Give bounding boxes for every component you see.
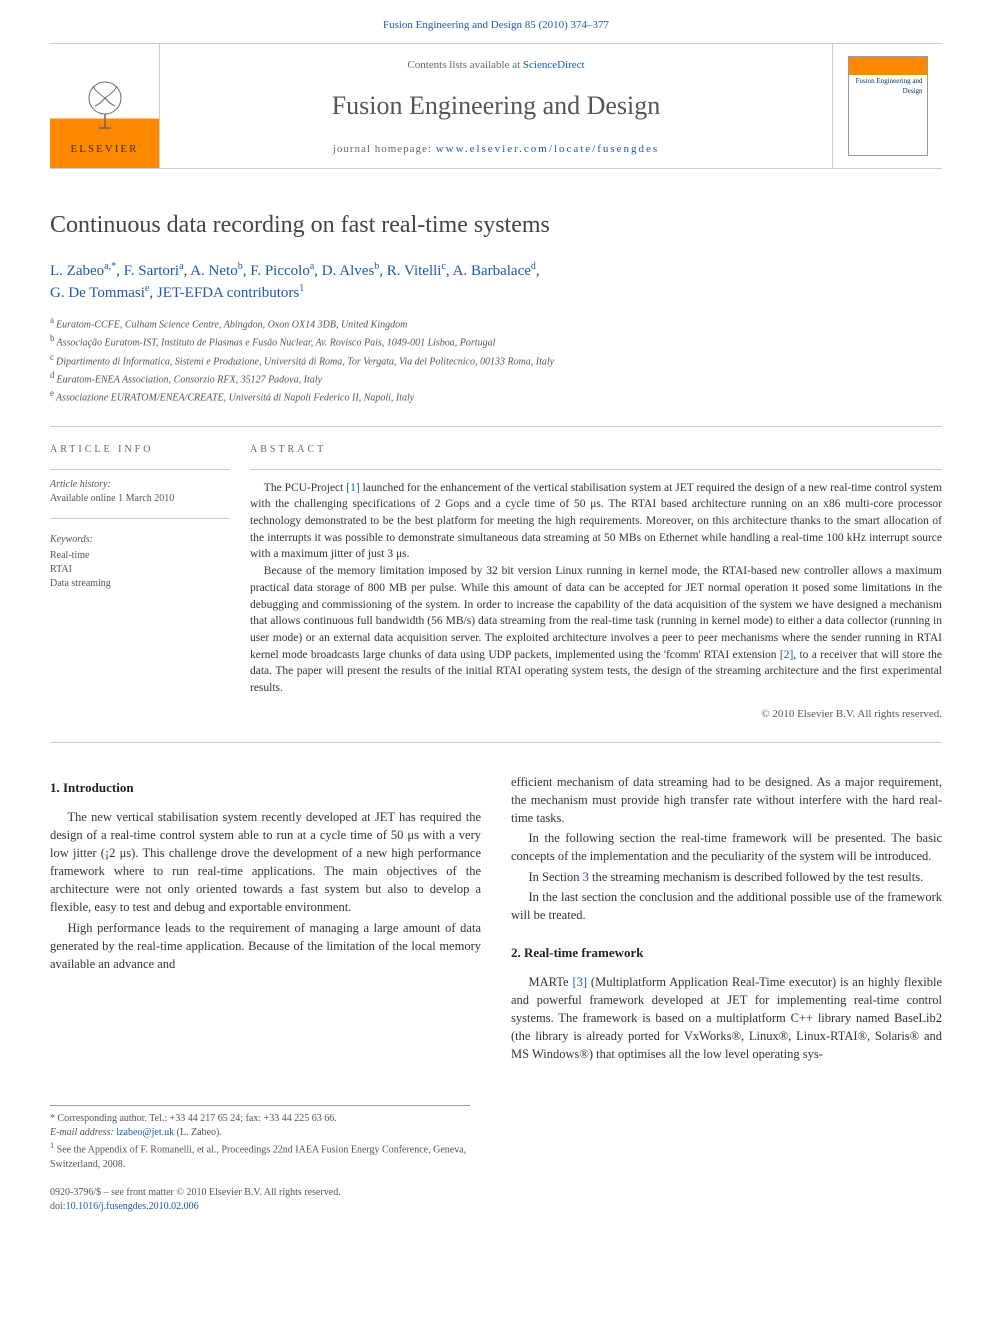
affiliation-item: cDipartimento di Informatica, Sistemi e …	[50, 351, 942, 369]
abstract-para: The PCU-Project [1] launched for the enh…	[250, 480, 942, 563]
footnotes: * Corresponding author. Tel.: +33 44 217…	[50, 1105, 470, 1171]
authors-line: L. Zabeoa,*, F. Sartoria, A. Netob, F. P…	[50, 260, 942, 304]
body-para: In the following section the real-time f…	[511, 829, 942, 865]
affiliation-item: bAssociação Euratom-IST, Instituto de Pl…	[50, 332, 942, 350]
abstract-head: ABSTRACT	[250, 443, 942, 457]
journal-name: Fusion Engineering and Design	[170, 88, 822, 124]
info-abstract-row: ARTICLE INFO Article history: Available …	[50, 427, 942, 742]
author-link[interactable]: L. Zabeo	[50, 263, 104, 279]
email-footnote: E-mail address: lzabeo@jet.uk (L. Zabeo)…	[50, 1126, 470, 1140]
article-info: ARTICLE INFO Article history: Available …	[50, 443, 250, 722]
author-link[interactable]: G. De Tommasi	[50, 285, 145, 301]
author-link[interactable]: D. Alves	[322, 263, 375, 279]
keyword: Real-time	[50, 549, 230, 563]
article-info-head: ARTICLE INFO	[50, 443, 230, 457]
corr-marker[interactable]: *	[111, 263, 116, 279]
homepage-link[interactable]: www.elsevier.com/locate/fusengdes	[436, 143, 660, 155]
column-left: 1. Introduction The new vertical stabili…	[50, 773, 481, 1065]
author-link[interactable]: R. Vitelli	[387, 263, 442, 279]
abstract-para: Because of the memory limitation imposed…	[250, 563, 942, 696]
keyword: Data streaming	[50, 577, 230, 591]
history-label: Article history:	[50, 478, 230, 492]
author-link[interactable]: A. Neto	[190, 263, 238, 279]
keywords-list: Real-time RTAI Data streaming	[50, 549, 230, 591]
publisher-label: ELSEVIER	[71, 142, 139, 157]
body-para: In the last section the conclusion and t…	[511, 888, 942, 924]
running-header: Fusion Engineering and Design 85 (2010) …	[0, 0, 992, 43]
divider	[50, 469, 230, 470]
divider	[50, 742, 942, 743]
publisher-block: ELSEVIER	[50, 44, 160, 167]
cover-thumb-block: Fusion Engineering and Design	[832, 44, 942, 167]
issn-line: 0920-3796/$ – see front matter © 2010 El…	[50, 1186, 942, 1200]
elsevier-tree-icon	[75, 76, 135, 136]
abstract: ABSTRACT The PCU-Project [1] launched fo…	[250, 443, 942, 722]
divider	[250, 469, 942, 470]
keyword: RTAI	[50, 563, 230, 577]
bottom-bar: 0920-3796/$ – see front matter © 2010 El…	[50, 1186, 942, 1214]
contents-prefix: Contents lists available at	[407, 59, 522, 71]
masthead-center: Contents lists available at ScienceDirec…	[160, 44, 832, 167]
note-footnote: 1 See the Appendix of F. Romanelli, et a…	[50, 1140, 470, 1171]
body-para: efficient mechanism of data streaming ha…	[511, 773, 942, 827]
author-link[interactable]: F. Sartori	[124, 263, 179, 279]
affiliation-item: eAssociazione EURATOM/ENEA/CREATE, Unive…	[50, 387, 942, 405]
ref-link[interactable]: [2]	[780, 649, 793, 661]
column-right: efficient mechanism of data streaming ha…	[511, 773, 942, 1065]
abstract-body: The PCU-Project [1] launched for the enh…	[250, 480, 942, 697]
doi-line: doi:10.1016/j.fusengdes.2010.02.006	[50, 1200, 942, 1214]
body-para: The new vertical stabilisation system re…	[50, 808, 481, 917]
author-link[interactable]: F. Piccolo	[250, 263, 310, 279]
history-value: Available online 1 March 2010	[50, 492, 230, 506]
author-link[interactable]: A. Barbalace	[453, 263, 531, 279]
body-para: MARTe [3] (Multiplatform Application Rea…	[511, 973, 942, 1064]
body-para: High performance leads to the requiremen…	[50, 919, 481, 973]
body-columns: 1. Introduction The new vertical stabili…	[50, 773, 942, 1065]
body-para: In Section 3 the streaming mechanism is …	[511, 868, 942, 886]
journal-cover-icon: Fusion Engineering and Design	[848, 56, 928, 156]
email-link[interactable]: lzabeo@jet.uk	[116, 1127, 174, 1138]
ref-link[interactable]: [3]	[572, 975, 587, 989]
citation-link[interactable]: Fusion Engineering and Design 85 (2010) …	[383, 19, 609, 31]
affiliation-item: aEuratom-CCFE, Culham Science Centre, Ab…	[50, 314, 942, 332]
footnote-marker[interactable]: 1	[299, 283, 304, 294]
copyright: © 2010 Elsevier B.V. All rights reserved…	[250, 707, 942, 722]
section-heading: 1. Introduction	[50, 779, 481, 798]
contents-line: Contents lists available at ScienceDirec…	[170, 58, 822, 73]
journal-masthead: ELSEVIER Contents lists available at Sci…	[50, 43, 942, 168]
corr-footnote: * Corresponding author. Tel.: +33 44 217…	[50, 1112, 470, 1126]
article-title: Continuous data recording on fast real-t…	[50, 209, 942, 243]
author-link[interactable]: JET-EFDA contributors	[157, 285, 299, 301]
section-heading: 2. Real-time framework	[511, 944, 942, 963]
cover-label: Fusion Engineering and Design	[849, 75, 927, 99]
keywords-label: Keywords:	[50, 533, 230, 547]
affiliation-item: dEuratom-ENEA Association, Consorzio RFX…	[50, 369, 942, 387]
homepage-prefix: journal homepage:	[333, 143, 436, 155]
divider	[50, 518, 230, 519]
ref-link[interactable]: [1]	[346, 482, 359, 494]
homepage-line: journal homepage: www.elsevier.com/locat…	[170, 142, 822, 157]
doi-link[interactable]: 10.1016/j.fusengdes.2010.02.006	[66, 1201, 199, 1212]
sciencedirect-link[interactable]: ScienceDirect	[523, 59, 585, 71]
affiliations: aEuratom-CCFE, Culham Science Centre, Ab…	[50, 314, 942, 406]
